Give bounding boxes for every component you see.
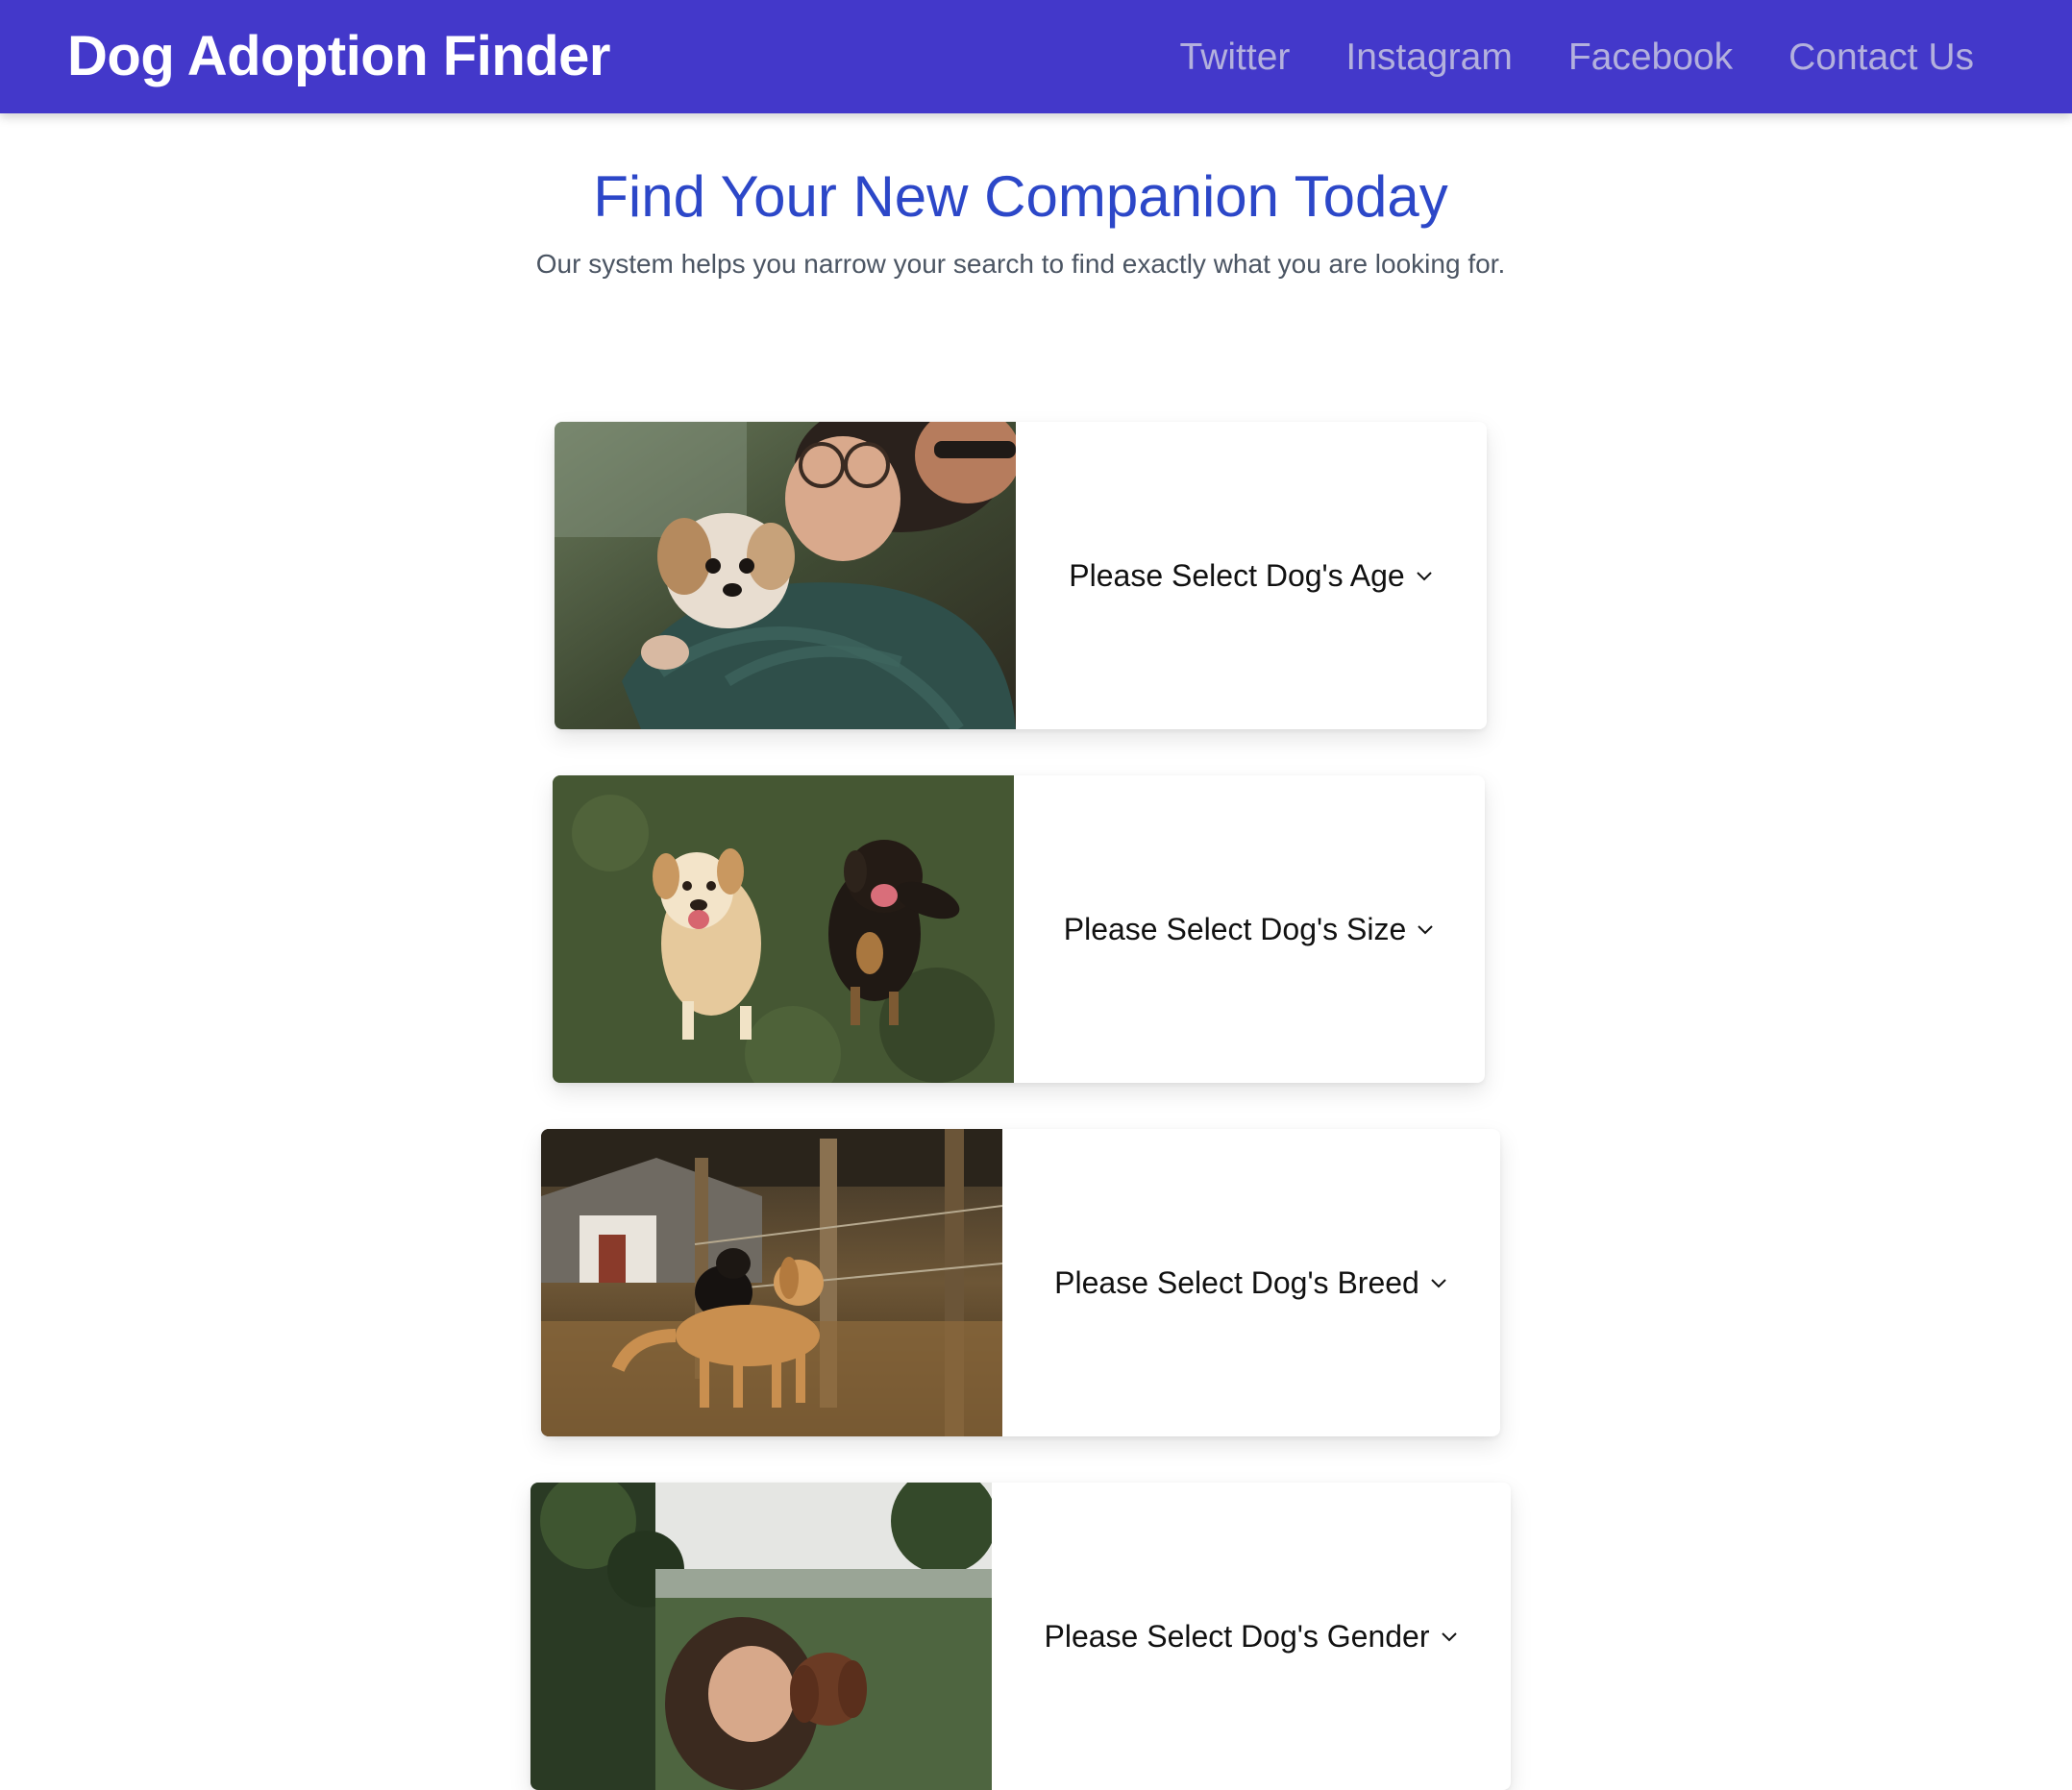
filter-card-body: Please Select Dog's Gender — [992, 1483, 1511, 1790]
filter-card-gender: Please Select Dog's Gender — [530, 1483, 1511, 1790]
size-select-label: Please Select Dog's Size — [1063, 912, 1407, 946]
dog-photo-age — [555, 422, 1016, 729]
size-select-dropdown[interactable]: Please Select Dog's Size — [1064, 908, 1436, 950]
filter-card-age: Please Select Dog's Age — [555, 422, 1487, 729]
nav-link-twitter[interactable]: Twitter — [1180, 33, 1291, 83]
brand-logo[interactable]: Dog Adoption Finder — [67, 23, 611, 90]
nav-link-instagram[interactable]: Instagram — [1345, 33, 1512, 83]
chevron-down-icon — [1417, 572, 1432, 581]
breed-select-label: Please Select Dog's Breed — [1054, 1265, 1419, 1300]
chevron-down-icon — [1418, 925, 1433, 935]
gender-select-label: Please Select Dog's Gender — [1044, 1619, 1430, 1654]
nav-link-contact-us[interactable]: Contact Us — [1788, 33, 1974, 83]
chevron-down-icon — [1431, 1279, 1446, 1288]
breed-select-dropdown[interactable]: Please Select Dog's Breed — [1054, 1262, 1448, 1304]
nav-links: Twitter Instagram Facebook Contact Us — [1180, 33, 1974, 83]
dog-photo-gender — [530, 1483, 992, 1790]
page-subtitle: Our system helps you narrow your search … — [535, 249, 1506, 279]
chevron-down-icon — [1441, 1632, 1457, 1642]
filter-card-body: Please Select Dog's Size — [1014, 775, 1485, 1083]
nav-link-facebook[interactable]: Facebook — [1568, 33, 1733, 83]
page-title: Find Your New Companion Today — [593, 164, 1448, 229]
dog-photo-size — [553, 775, 1014, 1083]
age-select-label: Please Select Dog's Age — [1069, 558, 1405, 593]
dog-photo-breed — [541, 1129, 1002, 1436]
navbar: Dog Adoption Finder Twitter Instagram Fa… — [0, 0, 2072, 113]
filter-card-body: Please Select Dog's Breed — [1002, 1129, 1500, 1436]
gender-select-dropdown[interactable]: Please Select Dog's Gender — [1045, 1615, 1459, 1657]
filter-card-breed: Please Select Dog's Breed — [541, 1129, 1500, 1436]
filter-card-body: Please Select Dog's Age — [1016, 422, 1487, 729]
age-select-dropdown[interactable]: Please Select Dog's Age — [1069, 554, 1433, 597]
filter-card-size: Please Select Dog's Size — [553, 775, 1485, 1083]
